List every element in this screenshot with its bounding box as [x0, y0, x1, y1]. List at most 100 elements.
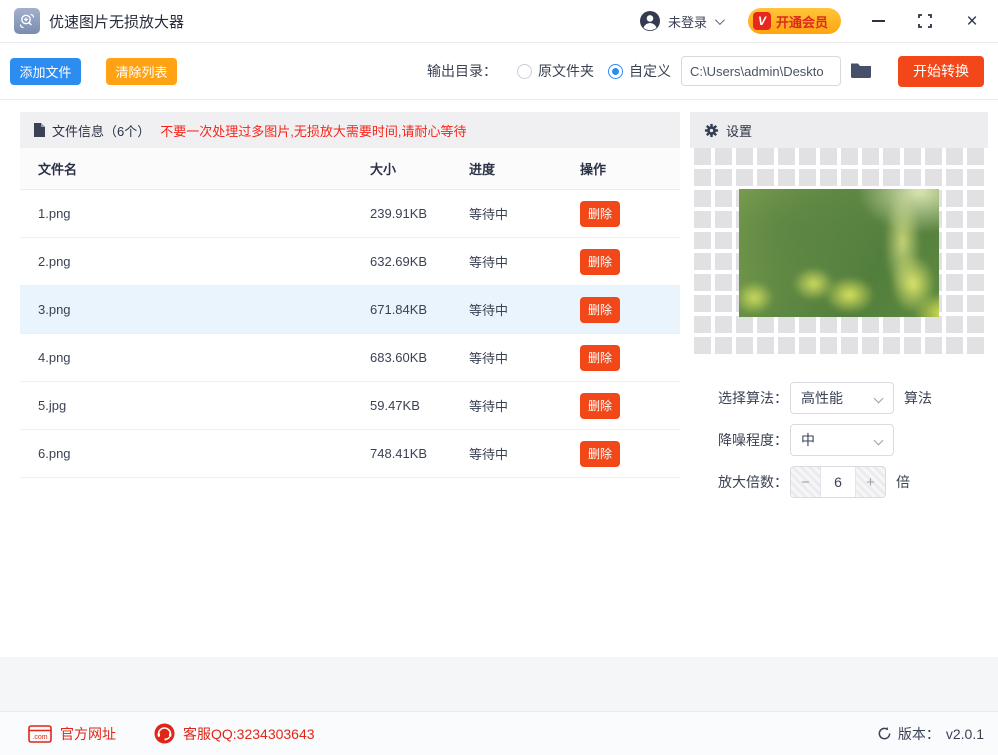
start-convert-button[interactable]: 开始转换 [898, 55, 984, 87]
version-area: 版本： v2.0.1 [877, 724, 984, 744]
file-name: 6.png [38, 446, 71, 461]
table-row[interactable]: 6.png 748.41KB 等待中 删除 [20, 430, 680, 478]
table-row[interactable]: 1.png 239.91KB 等待中 删除 [20, 190, 680, 238]
scale-label: 放大倍数： [718, 474, 788, 490]
file-panel-header: 文件信息（6个） 不要一次处理过多图片,无损放大需要时间,请耐心等待 [20, 112, 680, 148]
minimize-button[interactable] [868, 11, 888, 31]
file-status: 等待中 [469, 207, 509, 222]
folder-icon [851, 63, 871, 78]
file-name: 3.png [38, 302, 71, 317]
file-size: 748.41KB [370, 446, 428, 461]
login-label: 未登录 [667, 14, 707, 30]
version-label: 版本： [897, 725, 940, 742]
preview-flowers-art [739, 189, 939, 317]
output-dir-label: 输出目录： [427, 63, 497, 79]
radio-original-folder[interactable]: 原文件夹 [517, 61, 594, 81]
settings-title: 设置 [726, 123, 753, 139]
column-action: 操作 [580, 162, 607, 177]
chevron-down-icon [873, 393, 884, 404]
close-button[interactable]: × [962, 11, 982, 31]
customer-service-label: 客服QQ:3234303643 [183, 725, 315, 742]
browse-folder-button[interactable] [850, 60, 872, 82]
table-header: 文件名 大小 进度 操作 [20, 148, 680, 190]
official-website-link[interactable]: .com 官方网址 [28, 724, 116, 744]
table-row[interactable]: 3.png 671.84KB 等待中 删除 [20, 286, 680, 334]
radio-custom-folder[interactable]: 自定义 [608, 61, 671, 81]
scale-value-input[interactable] [821, 467, 855, 497]
table-row[interactable]: 2.png 632.69KB 等待中 删除 [20, 238, 680, 286]
scale-suffix: 倍 [896, 474, 910, 490]
lower-band [0, 657, 998, 711]
add-files-button[interactable]: 添加文件 [10, 57, 81, 85]
login-menu[interactable]: 未登录 [639, 10, 725, 32]
column-size: 大小 [370, 162, 397, 177]
app-window: 优速图片无损放大器 未登录 V 开通会员 × 添加文件 清除列表 输出目录： 原… [0, 0, 998, 755]
delete-button[interactable]: 删除 [580, 296, 620, 323]
file-panel-warning: 不要一次处理过多图片,无损放大需要时间,请耐心等待 [160, 123, 467, 139]
file-status: 等待中 [469, 447, 509, 462]
file-list-panel: 文件信息（6个） 不要一次处理过多图片,无损放大需要时间,请耐心等待 文件名 大… [20, 112, 680, 657]
radio-icon-selected [608, 63, 623, 79]
table-row[interactable]: 4.png 683.60KB 等待中 删除 [20, 334, 680, 382]
file-name: 2.png [38, 254, 71, 269]
content-area: 文件信息（6个） 不要一次处理过多图片,无损放大需要时间,请耐心等待 文件名 大… [0, 100, 998, 657]
algorithm-label: 选择算法： [718, 390, 788, 406]
document-icon [34, 123, 45, 137]
maximize-icon [918, 14, 932, 28]
file-name: 5.jpg [38, 398, 67, 413]
chevron-down-icon [714, 14, 725, 25]
refresh-icon[interactable] [877, 726, 892, 741]
customer-service-link[interactable]: 客服QQ:3234303643 [154, 723, 315, 744]
file-name: 4.png [38, 350, 71, 365]
headset-service-icon [154, 723, 175, 744]
algorithm-suffix: 算法 [904, 390, 932, 406]
delete-button[interactable]: 删除 [580, 392, 620, 419]
file-size: 239.91KB [370, 206, 428, 221]
file-status: 等待中 [469, 303, 509, 318]
scale-increase-button[interactable]: + [855, 467, 885, 497]
file-panel-title: 文件信息（6个） [52, 123, 151, 139]
vip-label: 开通会员 [775, 14, 828, 30]
titlebar: 优速图片无损放大器 未登录 V 开通会员 × [0, 0, 998, 43]
file-status: 等待中 [469, 255, 509, 270]
file-name: 1.png [38, 206, 71, 221]
version-value: v2.0.1 [945, 725, 984, 742]
chevron-down-icon [873, 435, 884, 446]
output-path-input[interactable] [681, 56, 841, 86]
file-size: 59.47KB [370, 398, 420, 413]
file-status: 等待中 [469, 351, 509, 366]
settings-controls: 选择算法： 高性能 算法 降噪程度： 中 放大倍数： − 6 + 倍 [690, 358, 988, 508]
column-filename: 文件名 [38, 162, 78, 177]
algorithm-select[interactable]: 高性能 [790, 382, 894, 414]
delete-button[interactable]: 删除 [580, 200, 620, 227]
svg-text:.com: .com [32, 734, 47, 741]
gear-icon [704, 123, 719, 137]
vip-badge-icon: V [752, 12, 771, 30]
delete-button[interactable]: 删除 [580, 440, 620, 467]
file-size: 632.69KB [370, 254, 428, 269]
close-icon: × [966, 10, 978, 32]
output-dir-radio-group: 原文件夹 自定义 [503, 61, 671, 81]
delete-button[interactable]: 删除 [580, 248, 620, 275]
file-size: 683.60KB [370, 350, 428, 365]
preview-image [739, 189, 939, 317]
official-website-label: 官方网址 [60, 725, 116, 742]
scale-decrease-button[interactable]: − [791, 467, 821, 497]
delete-button[interactable]: 删除 [580, 344, 620, 371]
denoise-select[interactable]: 中 [790, 424, 894, 456]
file-status: 等待中 [469, 399, 509, 414]
table-row[interactable]: 5.jpg 59.47KB 等待中 删除 [20, 382, 680, 430]
maximize-button[interactable] [915, 11, 935, 31]
settings-header: 设置 [690, 112, 988, 148]
app-title: 优速图片无损放大器 [49, 13, 185, 31]
open-vip-button[interactable]: V 开通会员 [747, 8, 841, 34]
clear-list-button[interactable]: 清除列表 [106, 57, 177, 85]
settings-panel: 设置 选择算法： 高性能 算法 降噪程度： 中 放大倍数： − 6 + 倍 [690, 112, 988, 657]
radio-icon [517, 63, 532, 79]
file-rows: 1.png 239.91KB 等待中 删除 2.png 632.69KB 等待中… [20, 190, 680, 657]
file-size: 671.84KB [370, 302, 428, 317]
avatar-icon [639, 11, 660, 31]
app-logo-magnifier-icon [14, 8, 40, 34]
preview-checkerboard [690, 148, 988, 358]
scale-stepper: − + [790, 466, 886, 498]
